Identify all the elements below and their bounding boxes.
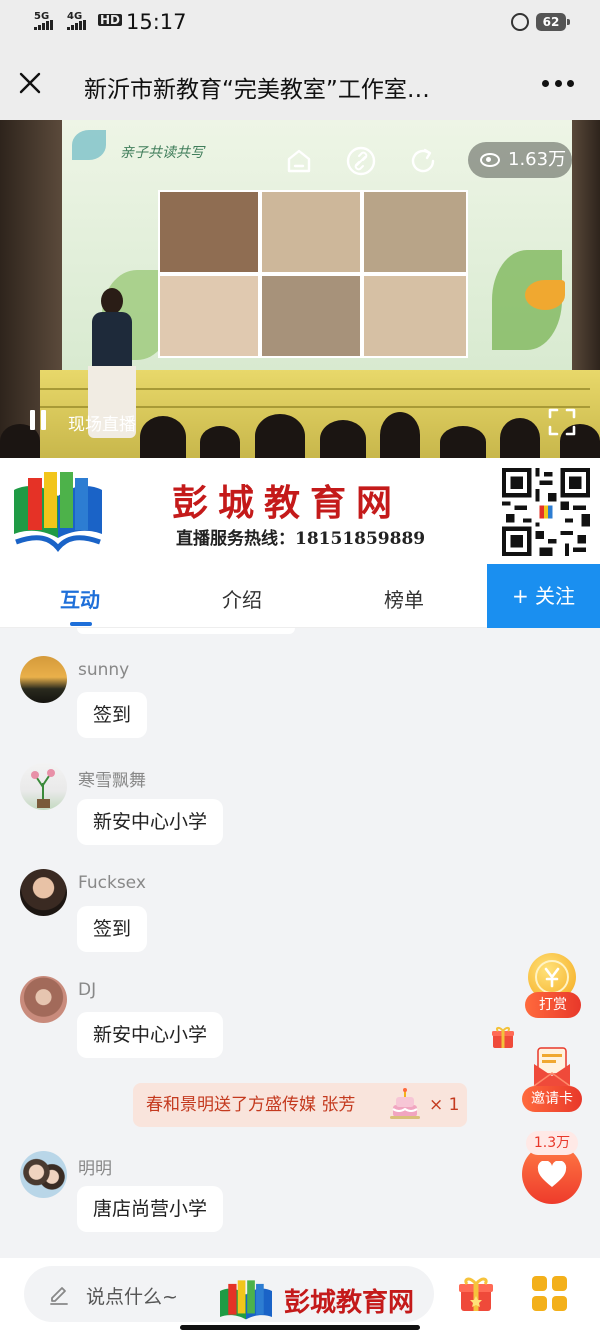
tab-intro[interactable]: 介绍 (222, 584, 262, 613)
message-bubble: 新安中心小学 (77, 1012, 224, 1058)
gift-notification: 春和景明送了方盛传媒 张芳 × 1 (133, 1083, 467, 1127)
message-bubble-partial (77, 628, 295, 634)
message-bubble: 新安中心小学 (77, 799, 224, 845)
watermark-text: 彭城教育网 (284, 1288, 415, 1318)
status-time: 15:17 (126, 10, 187, 34)
message-username: Fucksex (78, 873, 146, 893)
toucan-decoration (525, 280, 565, 310)
chat-list[interactable]: sunny 签到 寒雪飘舞 新安中心小学 Fucksex 签到 DJ 新安中心小… (0, 628, 600, 1258)
message-username: 明明 (78, 1159, 112, 1179)
home-indicator (180, 1325, 420, 1330)
view-count-badge: 1.63万 (468, 142, 572, 178)
message-username: sunny (78, 660, 130, 680)
leaf-decoration (72, 130, 106, 160)
screen-caption: 亲子共读共写 (120, 145, 204, 161)
message-bubble: 唐店尚营小学 (77, 1186, 224, 1232)
message-username: 寒雪飘舞 (78, 771, 146, 791)
book-logo-icon (14, 472, 102, 552)
qr-code-icon (502, 468, 590, 556)
alarm-icon (511, 13, 529, 31)
refresh-icon[interactable] (408, 146, 438, 176)
photo-4 (158, 274, 260, 358)
tab-interact[interactable]: 互动 (60, 584, 100, 613)
photo-6 (362, 274, 468, 358)
pause-icon[interactable] (28, 410, 48, 430)
avatar[interactable] (20, 656, 67, 703)
heart-icon (537, 1161, 567, 1187)
apps-grid-icon[interactable] (532, 1276, 568, 1312)
gift-box-icon[interactable] (490, 1024, 516, 1050)
home-icon[interactable] (284, 146, 314, 176)
photo-5 (260, 274, 362, 358)
gift-notification-text: 春和景明送了方盛传媒 张芳 (146, 1095, 356, 1115)
banner-title: 彭城教育网 (172, 482, 403, 524)
live-label: 现场直播 (68, 415, 136, 435)
follow-button[interactable]: + 关注 (487, 564, 600, 628)
link-icon[interactable] (346, 146, 376, 176)
more-options-icon[interactable] (542, 80, 574, 88)
hd-badge: HD (98, 13, 123, 27)
avatar[interactable] (20, 1151, 67, 1198)
comment-input[interactable]: 说点什么~ 彭城教育网 (24, 1266, 434, 1322)
page-title: 新沂市新教育“完美教室”工作室… (84, 77, 430, 103)
photo-3 (362, 190, 468, 274)
cake-icon (390, 1088, 420, 1119)
tab-ranking[interactable]: 榜单 (384, 584, 424, 613)
watermark-logo-icon (220, 1280, 272, 1320)
status-bar: 5G 4G HD 15:17 62 (0, 0, 600, 46)
gift-count: × 1 (429, 1095, 460, 1115)
tab-bar: 互动 介绍 榜单 + 关注 (0, 564, 600, 628)
signal-icon (34, 20, 53, 30)
invite-card-button[interactable]: 邀请卡 (522, 1086, 582, 1112)
signal-icon-2 (67, 20, 86, 30)
message-username: DJ (78, 980, 97, 1000)
message-bubble: 签到 (77, 692, 148, 738)
avatar[interactable] (20, 763, 67, 810)
bottom-bar: 说点什么~ 彭城教育网 (0, 1258, 600, 1333)
invite-card-icon[interactable] (532, 1046, 572, 1088)
photo-2 (260, 190, 362, 274)
reward-button[interactable]: 打赏 (525, 992, 581, 1018)
close-icon[interactable] (18, 71, 42, 95)
fullscreen-icon[interactable] (548, 408, 576, 436)
tab-active-indicator (70, 622, 92, 626)
avatar[interactable] (20, 976, 67, 1023)
sponsor-banner: 彭城教育网 直播服务热线：18151859889 (0, 458, 600, 564)
like-count: 1.3万 (526, 1131, 578, 1155)
view-count: 1.63万 (508, 149, 567, 170)
gift-icon[interactable] (456, 1274, 496, 1314)
avatar[interactable] (20, 869, 67, 916)
photo-1 (158, 190, 260, 274)
comment-placeholder: 说点什么~ (86, 1286, 178, 1308)
title-bar: 新沂市新教育“完美教室”工作室… (0, 46, 600, 120)
live-video-player[interactable]: 亲子共读共写 1.63万 现场直播 (0, 120, 600, 458)
pencil-icon (50, 1287, 68, 1305)
eye-icon (480, 153, 500, 167)
banner-hotline: 直播服务热线：18151859889 (176, 529, 426, 549)
message-bubble: 签到 (77, 906, 148, 952)
battery-icon: 62 (536, 13, 570, 31)
